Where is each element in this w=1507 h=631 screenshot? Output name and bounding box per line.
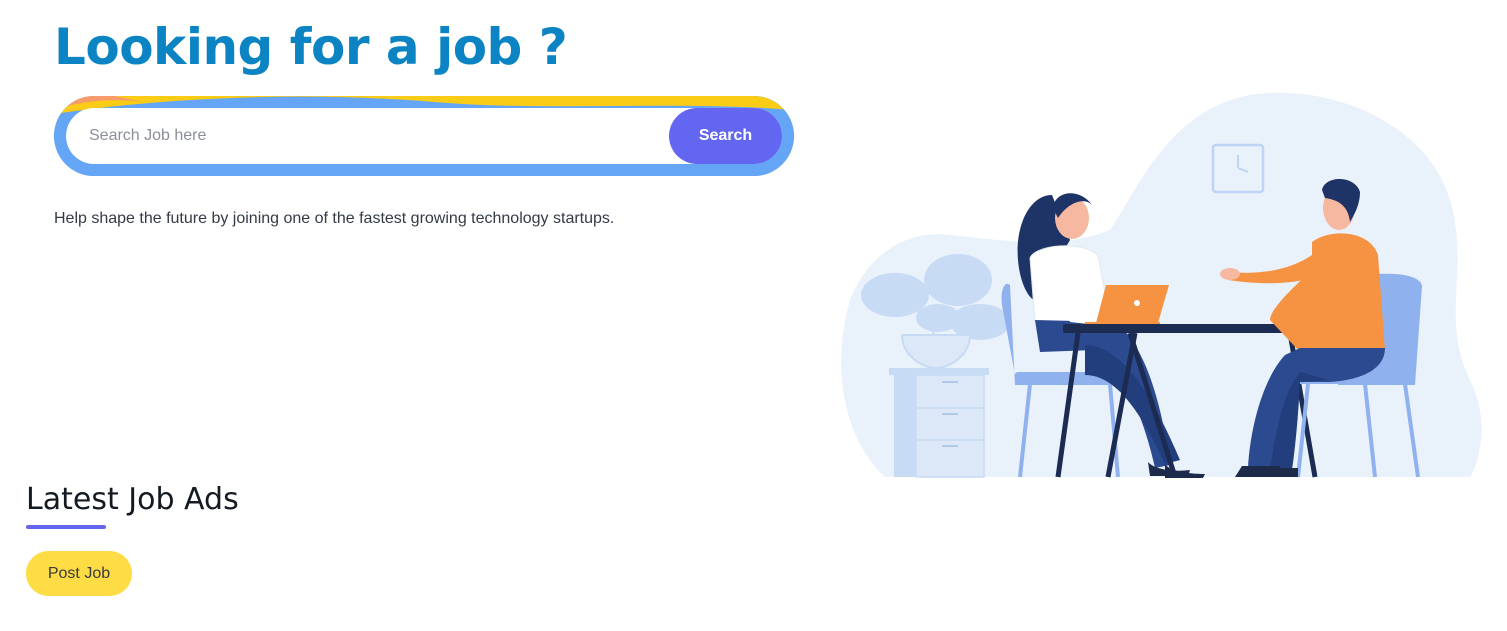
search-box: Search (66, 108, 782, 164)
search-button[interactable]: Search (669, 108, 782, 164)
page-title: Looking for a job ? (54, 18, 568, 76)
hero-tagline: Help shape the future by joining one of … (54, 210, 615, 227)
search-input[interactable] (66, 108, 656, 164)
job-interview-illustration (841, 92, 1482, 478)
latest-job-ads-heading: Latest Job Ads (26, 482, 239, 517)
heading-underline (26, 525, 106, 529)
post-job-button[interactable]: Post Job (26, 551, 132, 596)
cabinet-icon (889, 368, 989, 478)
search-bar: Search (54, 96, 794, 176)
